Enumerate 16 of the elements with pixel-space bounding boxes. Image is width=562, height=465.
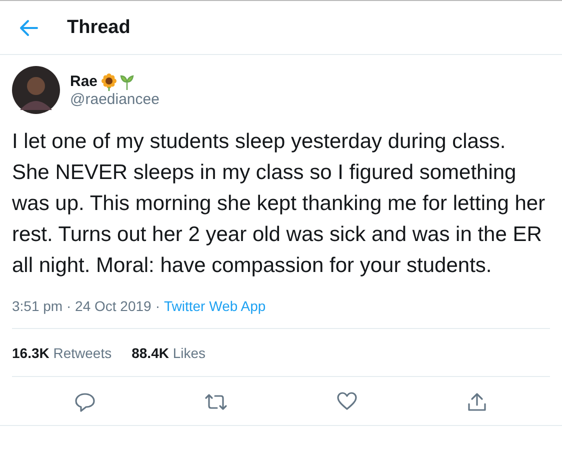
tweet-text: I let one of my students sleep yesterday during class. She NEVER sleeps in my class so I figured something was up. This morning she kept thanking me for letting her rest. Turns out her 2 year old was sick and was in the ER all night. Moral: have compassion for your students. (12, 129, 546, 279)
stat-link[interactable]: 16.3K Retweets (12, 345, 112, 361)
retweet-icon[interactable] (204, 391, 228, 413)
user-name[interactable]: Rae (70, 73, 98, 90)
tweet-timestamp[interactable]: 3:51 pm · 24 Oct 2019 (12, 298, 152, 314)
back-arrow-icon[interactable] (19, 18, 39, 36)
user-handle[interactable]: @raediancee (70, 90, 160, 108)
separator-dot: · (155, 298, 160, 314)
share-icon[interactable] (466, 391, 488, 413)
sunflower-icon (100, 72, 117, 90)
avatar[interactable] (12, 66, 60, 114)
seedling-icon (120, 74, 134, 90)
stat-link[interactable]: 88.4K Likes (132, 345, 206, 361)
page-title: Thread (67, 16, 130, 38)
heart-icon[interactable] (336, 391, 358, 411)
reply-icon[interactable] (74, 391, 96, 413)
